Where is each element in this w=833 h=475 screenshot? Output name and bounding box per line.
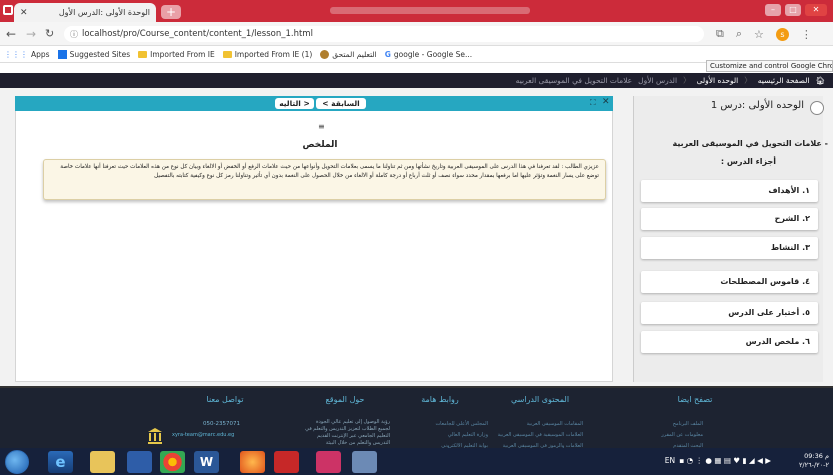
sidebar-item-activity[interactable]: ٣. النشاط — [641, 237, 818, 259]
unit-radio-icon[interactable] — [810, 101, 824, 115]
lesson-toolbar — [15, 96, 613, 111]
acrobat-icon[interactable] — [274, 451, 299, 473]
taskbar-clock[interactable]: 09:36 م ٢-٢٠/-٢/٢٦ — [774, 452, 829, 470]
contact-phone[interactable]: 050-2357071 — [203, 421, 240, 427]
footer-link[interactable]: العلامات الموسيقية في الموسيقى العربية — [498, 432, 583, 438]
bookmark-folder-ie[interactable]: Imported From IE — [138, 50, 215, 59]
word-icon[interactable]: W — [194, 451, 219, 473]
tray-icons[interactable]: ▪ ◔ ⋮ ● ▦ ▤ ♥ ▮ ◢ ◀ ▶ — [679, 456, 771, 465]
expand-icon[interactable]: ⛶ — [590, 98, 596, 108]
sidebar-item-objectives[interactable]: ١. الأهداف — [641, 180, 818, 202]
minimize-icon[interactable]: – — [765, 4, 781, 16]
sidebar-item-summary[interactable]: ٦. ملخص الدرس — [641, 331, 818, 353]
breadcrumb-unit[interactable]: الوحده الأولى — [697, 76, 739, 85]
window-close-icon[interactable]: ✕ — [805, 4, 827, 16]
app-menu-icon[interactable] — [3, 5, 13, 15]
browser-tab[interactable]: الوحدة الأولى :الدرس الأول ✕ — [14, 3, 156, 22]
footer-link[interactable]: معلومات عن المقرر — [661, 432, 703, 438]
menu-tooltip: Customize and control Google Chrome — [706, 60, 833, 72]
breadcrumb: 🏠︎ الصفحة الرئيسيه 〉 الوحده الأولى 〉 الد… — [0, 73, 833, 88]
clock-time: 09:36 م — [804, 452, 829, 460]
forward-arrow-icon[interactable]: → — [26, 27, 36, 41]
new-tab-button[interactable]: + — [161, 5, 181, 19]
folder-icon — [138, 50, 148, 58]
start-button[interactable] — [5, 450, 29, 474]
bookmark-suggested-sites[interactable]: Suggested Sites — [57, 49, 130, 59]
footer-link[interactable]: وزارة التعليم العالي — [448, 432, 488, 438]
footer-heading-contact: تواصل معنا — [206, 395, 244, 404]
footer-link[interactable]: الملف البرنامج — [673, 421, 703, 427]
translate-icon[interactable]: ⧉ — [716, 27, 724, 41]
previous-button[interactable]: < السابقة — [316, 98, 366, 109]
window-controls: – □ ✕ — [765, 4, 827, 16]
blurred-title-area — [330, 7, 530, 14]
tab-close-icon[interactable]: ✕ — [20, 8, 28, 18]
url-bar[interactable]: ⓘ localhost/pro/Course_content/content_1… — [64, 26, 704, 42]
sidebar-item-quiz[interactable]: ٥. أختبار على الدرس — [641, 302, 818, 324]
lesson-topic: - علامات التحويل في الموسيقى العربية — [672, 139, 828, 148]
profile-avatar[interactable]: s — [775, 27, 789, 41]
footer-link[interactable]: المقامات الموسيقى العربية — [527, 421, 583, 427]
close-panel-icon[interactable]: ✕ — [602, 97, 610, 107]
app-icon[interactable] — [352, 451, 377, 473]
suggested-sites-icon — [57, 49, 67, 59]
back-arrow-icon[interactable]: ← — [6, 27, 16, 41]
bookmark-google[interactable]: Ggoogle - Google Se... — [385, 50, 472, 59]
footer-heading-links: روابط هامة — [421, 395, 459, 404]
unit-title: الوحده الأولى :درس 1 — [710, 100, 804, 111]
breadcrumb-lesson[interactable]: الدرس الأول — [638, 76, 677, 85]
browser-actions: ⧉ ⌕ ☆ s ⋮ — [716, 27, 812, 41]
maximize-icon[interactable]: □ — [785, 4, 801, 16]
paint-icon[interactable] — [316, 451, 341, 473]
contact-email[interactable]: xyra-team@marc.edu.eg — [172, 432, 234, 438]
google-icon: G — [384, 49, 391, 59]
about-text: التدريس والتعلم من خلال البيئة — [325, 440, 390, 446]
info-icon[interactable]: ⓘ — [70, 29, 78, 40]
home-icon[interactable]: 🏠︎ — [815, 76, 825, 85]
kebab-menu-icon[interactable]: ⋮ — [801, 28, 812, 41]
lesson-panel — [15, 96, 613, 382]
ie-icon[interactable]: e — [48, 451, 73, 473]
footer-heading-content: المحتوى الدراسي — [510, 395, 570, 404]
summary-text: عزيزي الطالب : لقد تعرفنا في هذا الدرس ع… — [43, 159, 606, 200]
url-text: localhost/pro/Course_content/content_1/l… — [82, 29, 313, 39]
next-button[interactable]: التاليه > — [275, 98, 314, 109]
footer-link[interactable]: المجلس الأعلى للجامعات — [435, 421, 488, 427]
media-icon[interactable] — [127, 451, 152, 473]
elearning-icon — [320, 49, 330, 59]
breadcrumb-topic: علامات التحويل في الموسيقى العربيه — [515, 76, 633, 85]
tab-title: الوحدة الأولى :الدرس الأول — [58, 8, 150, 17]
chrome-icon[interactable] — [160, 451, 185, 473]
lesson-parts-heading: أجزاء الدرس : — [720, 157, 776, 166]
about-text: رؤية الوصول إلى تعليم عالي الجودة — [316, 419, 390, 425]
bookmark-star-icon[interactable]: ☆ — [754, 28, 764, 41]
zoom-icon[interactable]: ⌕ — [736, 27, 742, 41]
bookmark-elearning[interactable]: التعليم المتحق — [320, 49, 377, 59]
breadcrumb-home[interactable]: الصفحة الرئيسيه — [758, 76, 810, 85]
language-indicator[interactable]: EN — [665, 456, 675, 465]
about-text: التعليم الجامعي عبر الإنترنت القديم — [317, 433, 390, 439]
summary-heading: الملخص — [302, 140, 338, 150]
footer-heading-about: حول الموقع — [325, 395, 365, 404]
apps-grid-icon: ⋮⋮⋮ — [4, 49, 28, 59]
sidebar-item-explanation[interactable]: ٢. الشرح — [641, 208, 818, 230]
sidebar-item-glossary[interactable]: ٤. قاموس المصطلحات — [641, 271, 818, 293]
explorer-icon[interactable] — [90, 451, 115, 473]
bookmark-apps[interactable]: ⋮⋮⋮ Apps — [4, 50, 50, 59]
firefox-icon[interactable] — [240, 451, 265, 473]
footer-heading-browse: تصفح ايضا — [677, 395, 713, 404]
bookmark-folder-ie-1[interactable]: Imported From IE (1) — [222, 50, 312, 59]
folder-icon — [222, 50, 232, 58]
clock-date: ٢-٢٠/-٢/٢٦ — [798, 461, 829, 469]
menu-icon[interactable]: ≡ — [318, 122, 325, 131]
university-icon — [148, 428, 162, 444]
system-tray[interactable]: EN ▪ ◔ ⋮ ● ▦ ▤ ♥ ▮ ◢ ◀ ▶ — [665, 456, 771, 465]
reload-icon[interactable]: ↻ — [45, 27, 54, 40]
about-text: لجميع الطلاب لتعزيز التدريس والتعلم في — [305, 426, 390, 432]
